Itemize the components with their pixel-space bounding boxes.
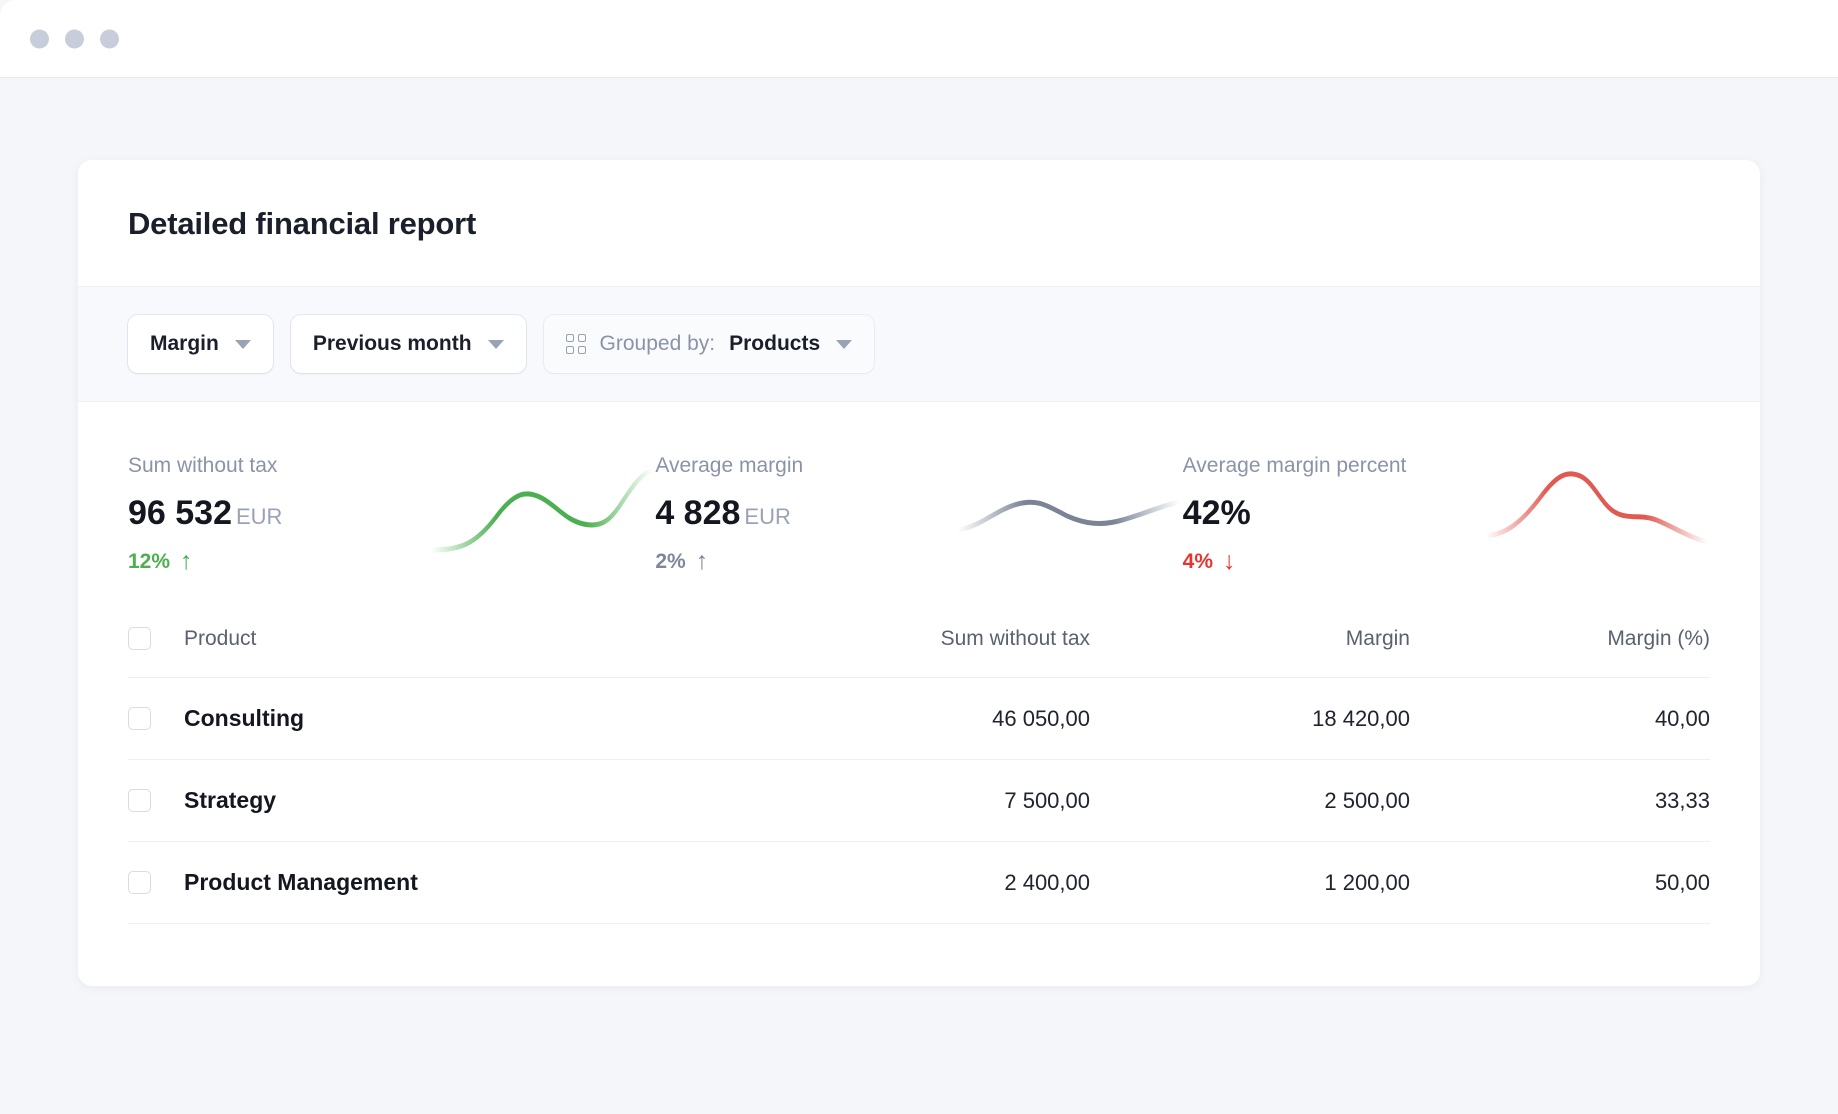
kpi-sparkline	[955, 464, 1182, 560]
chevron-down-icon	[836, 339, 853, 349]
cell-margin-percent: 50,00	[1654, 869, 1710, 895]
cell-margin: 18 420,00	[1312, 705, 1410, 731]
filter-groupby-prefix: Grouped by:	[599, 332, 716, 355]
kpi-value-number: 42%	[1182, 494, 1251, 532]
cell-product: Product Management	[184, 869, 418, 895]
row-checkbox[interactable]	[128, 789, 151, 812]
window-controls	[30, 29, 119, 48]
cell-product: Consulting	[184, 705, 305, 731]
cell-sum-without-tax: 7 500,00	[1004, 787, 1090, 813]
cell-margin: 1 200,00	[1324, 869, 1410, 895]
card-header: Detailed financial report	[78, 160, 1760, 286]
kpi-card-sum-without-tax: Sum without tax 96 532 EUR 12% ↑	[128, 454, 655, 574]
grid-icon	[565, 334, 586, 354]
select-all-cell	[128, 627, 184, 650]
window-titlebar	[0, 0, 1838, 78]
kpi-delta: 12% ↑	[128, 549, 428, 574]
report-table: Product Sum without tax Margin Margin (%…	[78, 600, 1760, 986]
window-dot-minimize[interactable]	[65, 29, 84, 48]
kpi-label: Sum without tax	[128, 454, 278, 477]
kpi-delta-value: 12%	[128, 549, 171, 573]
filter-period-dropdown[interactable]: Previous month	[290, 315, 526, 373]
filter-metric-label: Margin	[150, 332, 219, 355]
page-title: Detailed financial report	[128, 206, 477, 241]
table-row[interactable]: Consulting 46 050,00 18 420,00 40,00	[128, 678, 1710, 760]
cell-margin: 2 500,00	[1324, 787, 1410, 813]
cell-sum-without-tax: 2 400,00	[1004, 869, 1090, 895]
report-card: Detailed financial report Margin Previou…	[78, 160, 1760, 986]
filter-groupby-dropdown[interactable]: Grouped by: Products	[543, 315, 875, 373]
cell-sum-without-tax: 46 050,00	[992, 705, 1090, 731]
kpi-value-unit: EUR	[236, 504, 283, 529]
arrow-up-icon: ↑	[695, 547, 709, 575]
kpi-label: Average margin percent	[1182, 454, 1407, 477]
select-all-checkbox[interactable]	[128, 627, 151, 650]
column-header-product[interactable]: Product	[184, 627, 770, 651]
kpi-sparkline	[1483, 464, 1710, 560]
chevron-down-icon	[234, 339, 251, 349]
kpi-card-average-margin-percent: Average margin percent 42% 4% ↓	[1183, 454, 1710, 574]
arrow-down-icon: ↓	[1223, 547, 1236, 575]
chevron-down-icon	[487, 339, 504, 349]
row-checkbox[interactable]	[128, 871, 151, 894]
arrow-up-icon: ↑	[180, 547, 193, 575]
kpi-delta-value: 4%	[1182, 549, 1214, 573]
kpi-value-unit: EUR	[744, 504, 791, 529]
column-header-margin[interactable]: Margin	[1090, 627, 1410, 651]
filter-bar: Margin Previous month Grouped by: Produc…	[78, 286, 1760, 402]
row-select-cell	[128, 707, 184, 730]
filter-period-label: Previous month	[312, 332, 472, 355]
row-checkbox[interactable]	[128, 707, 151, 730]
cell-product: Strategy	[184, 787, 277, 813]
table-row[interactable]: Product Management 2 400,00 1 200,00 50,…	[128, 842, 1710, 924]
filter-groupby-label: Products	[729, 332, 821, 355]
kpi-card-average-margin: Average margin 4 828 EUR 2% ↑	[655, 454, 1182, 574]
kpi-value: 96 532 EUR	[128, 494, 428, 533]
column-header-sum-without-tax[interactable]: Sum without tax	[770, 627, 1090, 651]
kpi-value: 4 828 EUR	[655, 494, 955, 533]
kpi-value: 42%	[1183, 494, 1483, 533]
row-select-cell	[128, 871, 184, 894]
table-row[interactable]: Strategy 7 500,00 2 500,00 33,33	[128, 760, 1710, 842]
kpi-delta-value: 2%	[655, 549, 686, 573]
table-header-row: Product Sum without tax Margin Margin (%…	[128, 600, 1710, 678]
kpi-label: Average margin	[655, 454, 804, 477]
app-window: Detailed financial report Margin Previou…	[0, 0, 1838, 1114]
cell-margin-percent: 40,00	[1654, 705, 1710, 731]
kpi-strip: Sum without tax 96 532 EUR 12% ↑ Average…	[78, 402, 1760, 600]
kpi-delta: 2% ↑	[655, 549, 955, 574]
column-header-margin-percent[interactable]: Margin (%)	[1410, 627, 1710, 651]
cell-margin-percent: 33,33	[1654, 787, 1710, 813]
filter-metric-dropdown[interactable]: Margin	[128, 315, 273, 373]
window-dot-maximize[interactable]	[100, 29, 119, 48]
kpi-delta: 4% ↓	[1183, 549, 1483, 574]
window-dot-close[interactable]	[30, 29, 49, 48]
kpi-sparkline	[428, 464, 655, 560]
kpi-value-number: 4 828	[655, 494, 741, 532]
row-select-cell	[128, 789, 184, 812]
kpi-value-number: 96 532	[128, 494, 232, 532]
